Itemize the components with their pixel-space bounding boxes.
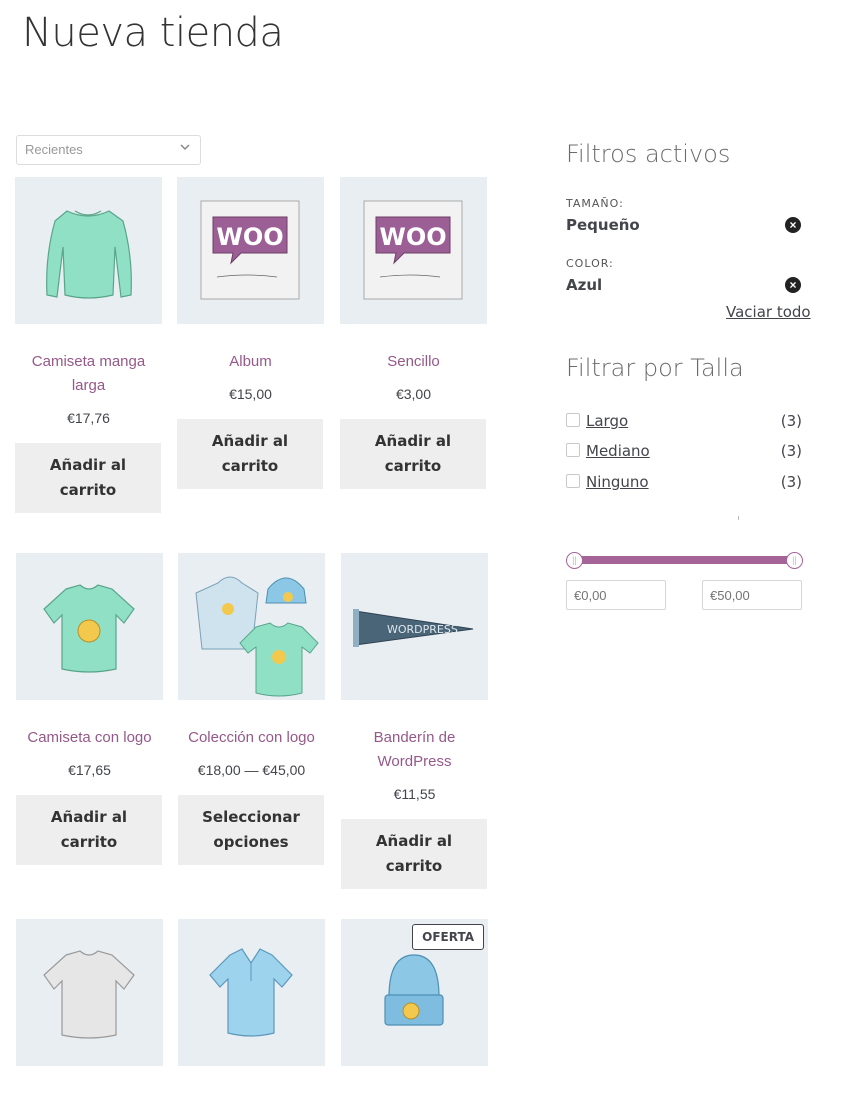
size-option-ninguno[interactable]: Ninguno (3) <box>566 473 802 495</box>
filter-color-value: Azul <box>566 276 603 294</box>
slider-track <box>572 556 797 564</box>
active-filters-title: Filtros activos <box>566 140 731 168</box>
product-image-beanie[interactable]: OFERTA <box>341 919 488 1066</box>
product-image-logo-collection[interactable] <box>178 553 325 700</box>
checkbox[interactable] <box>566 474 580 488</box>
slider-max-handle[interactable]: || <box>786 552 803 569</box>
add-to-cart-button[interactable]: Añadir al carrito <box>15 443 161 513</box>
add-to-cart-button[interactable]: Añadir al carrito <box>16 795 162 865</box>
product-card: Colección con logo €18,00 — €45,00 Selec… <box>178 553 325 865</box>
product-price: €3,00 <box>395 386 432 402</box>
add-to-cart-button[interactable]: Añadir al carrito <box>177 419 323 489</box>
product-image-woo-album[interactable]: WOO <box>177 177 324 324</box>
product-title[interactable]: Banderín de WordPress <box>341 726 488 774</box>
size-filter-title: Filtrar por Talla <box>566 354 744 382</box>
divider <box>738 516 739 520</box>
product-card: WOO Album €15,00 Añadir al carrito <box>177 177 324 489</box>
filter-size-label: TAMAÑO: <box>566 197 624 210</box>
product-title[interactable]: Sencillo <box>340 350 487 374</box>
max-price-input[interactable] <box>702 580 802 610</box>
add-to-cart-button[interactable]: Añadir al carrito <box>340 419 486 489</box>
chevron-down-icon <box>180 144 190 151</box>
size-option-largo[interactable]: Largo (3) <box>566 412 802 434</box>
min-price-input[interactable] <box>566 580 666 610</box>
product-card: OFERTA <box>341 919 488 1066</box>
size-option-count: (3) <box>780 442 802 460</box>
checkbox[interactable] <box>566 443 580 457</box>
filter-color-label: COLOR: <box>566 257 614 270</box>
svg-text:WORDPRESS: WORDPRESS <box>387 623 458 636</box>
remove-filter-icon[interactable]: × <box>785 277 801 293</box>
product-image-logo-tshirt[interactable] <box>16 553 163 700</box>
product-card <box>178 919 325 1066</box>
product-price: €18,00 — €45,00 <box>197 762 306 778</box>
size-option-mediano[interactable]: Mediano (3) <box>566 442 802 464</box>
product-card: Camiseta con logo €17,65 Añadir al carri… <box>16 553 163 865</box>
product-card: WORDPRESS Banderín de WordPress €11,55 A… <box>341 553 488 889</box>
product-image-woo-single[interactable]: WOO <box>340 177 487 324</box>
product-card <box>16 919 163 1066</box>
svg-text:WOO: WOO <box>379 223 446 251</box>
orderby-select[interactable]: Recientes <box>16 135 201 165</box>
product-price: €17,76 <box>67 410 110 426</box>
product-title[interactable]: Camiseta con logo <box>16 726 163 750</box>
product-image-polo[interactable] <box>178 919 325 1066</box>
select-options-button[interactable]: Seleccionar opciones <box>178 795 324 865</box>
product-title[interactable]: Album <box>177 350 324 374</box>
product-price: €15,00 <box>229 386 272 402</box>
product-image-grey-tshirt[interactable] <box>16 919 163 1066</box>
product-card: Camiseta manga larga €17,76 Añadir al ca… <box>15 177 162 513</box>
size-option-label[interactable]: Ninguno <box>586 473 649 491</box>
size-option-label[interactable]: Largo <box>586 412 628 430</box>
page-title: Nueva tienda <box>22 10 284 56</box>
clear-all-link[interactable]: Vaciar todo <box>726 303 811 321</box>
checkbox[interactable] <box>566 413 580 427</box>
product-price: €11,55 <box>393 786 436 802</box>
product-price: €17,65 <box>68 762 111 778</box>
sale-badge: OFERTA <box>412 924 484 950</box>
product-card: WOO Sencillo €3,00 Añadir al carrito <box>340 177 487 489</box>
svg-text:WOO: WOO <box>216 223 283 251</box>
size-option-count: (3) <box>780 473 802 491</box>
price-range-slider[interactable]: || || <box>566 552 803 569</box>
product-title[interactable]: Camiseta manga larga <box>15 350 162 398</box>
add-to-cart-button[interactable]: Añadir al carrito <box>341 819 487 889</box>
product-image-long-sleeve-tee[interactable] <box>15 177 162 324</box>
product-title[interactable]: Colección con logo <box>178 726 325 750</box>
product-image-wordpress-pennant[interactable]: WORDPRESS <box>341 553 488 700</box>
size-option-label[interactable]: Mediano <box>586 442 650 460</box>
remove-filter-icon[interactable]: × <box>785 217 801 233</box>
orderby-selected: Recientes <box>25 142 83 157</box>
size-option-count: (3) <box>780 412 802 430</box>
filter-size-value: Pequeño <box>566 216 640 234</box>
slider-min-handle[interactable]: || <box>566 552 583 569</box>
